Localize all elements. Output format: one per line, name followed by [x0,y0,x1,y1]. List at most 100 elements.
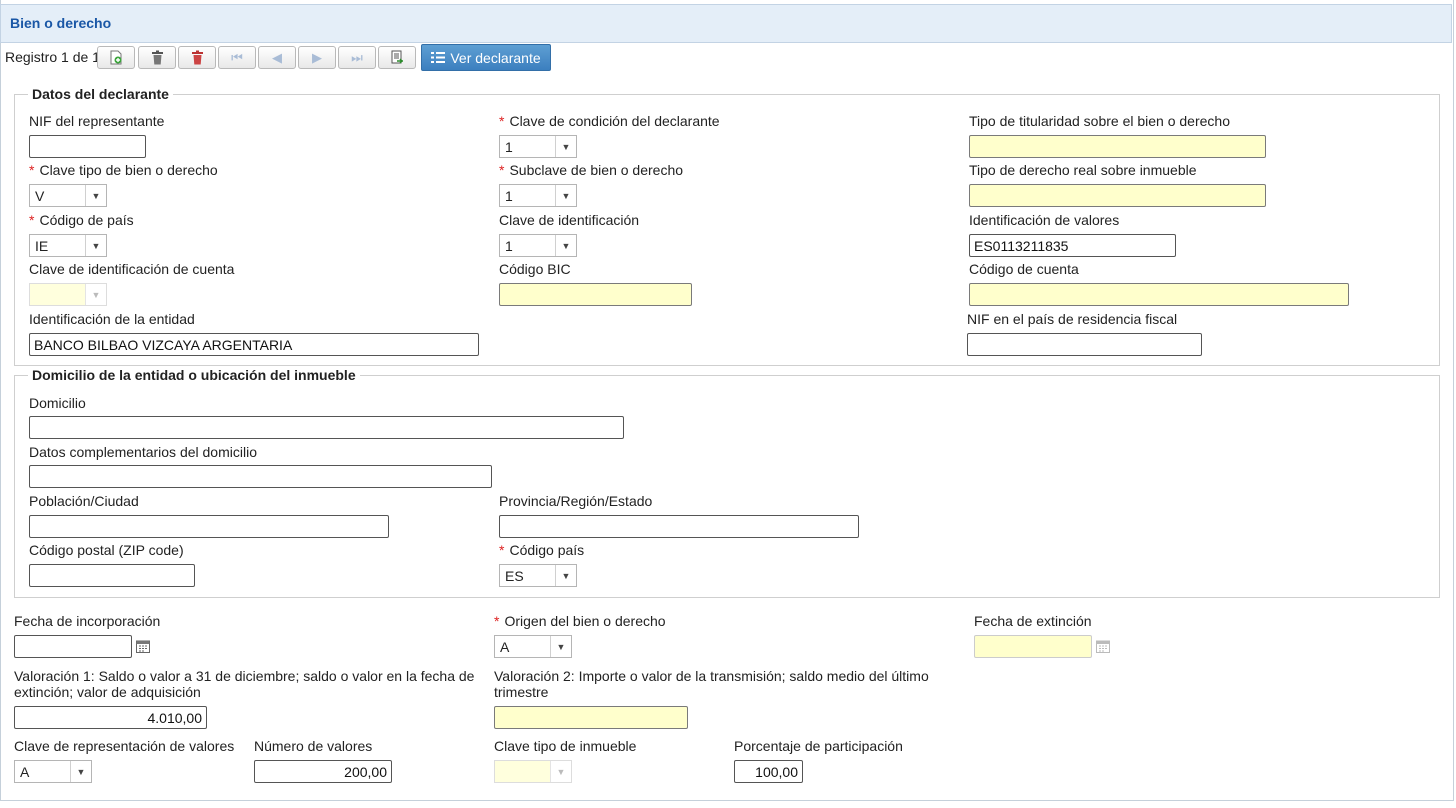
subclave-value: 1 [505,188,513,204]
fecha-extincion-label: Fecha de extinción [974,613,1092,629]
provincia-label: Provincia/Región/Estado [499,493,653,509]
panel-header: Bien o derecho [0,4,1452,43]
origen-label-text: Origen del bien o derecho [504,613,666,629]
fecha-incorporacion-label: Fecha de incorporación [14,613,161,629]
trash-icon [151,50,163,65]
numero-valores-input[interactable] [254,760,392,783]
dom-codigo-pais-value: ES [505,568,524,584]
nif-residencia-label: NIF en el país de residencia fiscal [967,311,1178,327]
clave-tipo-label-text: Clave tipo de bien o derecho [39,162,218,178]
dom-codigo-pais-select[interactable]: ES ▼ [499,564,577,587]
clave-condicion-label: * Clave de condición del declarante [499,113,720,129]
domicilio-input[interactable] [29,416,624,439]
chevron-down-icon: ▼ [550,761,571,782]
fecha-incorporacion-input[interactable] [14,635,132,658]
tipo-titularidad-input[interactable] [969,135,1266,158]
last-icon: ⏭ [351,49,363,65]
codigo-pais-select[interactable]: IE ▼ [29,234,107,257]
codigo-postal-input[interactable] [29,564,195,587]
clave-tipo-inmueble-select[interactable]: ▼ [494,760,572,783]
origen-label: * Origen del bien o derecho [494,613,666,629]
chevron-down-icon: ▼ [85,235,106,256]
dom-codigo-pais-label: * Código país [499,542,584,558]
clave-id-cuenta-label: Clave de identificación de cuenta [29,261,235,277]
clave-id-cuenta-select[interactable]: ▼ [29,283,107,306]
valoracion1-input[interactable] [14,706,207,729]
new-record-button[interactable] [97,46,135,69]
required-marker: * [494,613,500,629]
add-record-icon [110,50,122,65]
clave-representacion-label: Clave de representación de valores [14,738,235,754]
nif-rep-input[interactable] [29,135,146,158]
identificacion-valores-input[interactable] [969,234,1176,257]
codigo-cuenta-label: Código de cuenta [969,261,1079,277]
poblacion-input[interactable] [29,515,389,538]
delete-all-button[interactable] [178,46,216,69]
view-declarant-button[interactable]: Ver declarante [421,44,551,71]
datos-complementarios-input[interactable] [29,465,492,488]
chevron-down-icon: ▼ [555,185,576,206]
export-button[interactable] [378,46,416,69]
porcentaje-input[interactable] [734,760,803,783]
declarant-legend: Datos del declarante [28,86,173,102]
chevron-down-icon: ▼ [85,185,106,206]
datos-complementarios-label: Datos complementarios del domicilio [29,444,257,460]
chevron-down-icon: ▼ [555,565,576,586]
numero-valores-label: Número de valores [254,738,373,754]
codigo-postal-label: Código postal (ZIP code) [29,542,184,558]
delete-button[interactable] [138,46,176,69]
chevron-down-icon: ▼ [550,636,571,657]
fecha-extincion-input[interactable] [974,635,1092,658]
chevron-down-icon: ▼ [70,761,91,782]
codigo-cuenta-input[interactable] [969,283,1349,306]
prev-icon: ◀ [272,49,282,65]
clave-tipo-select[interactable]: V ▼ [29,184,107,207]
valoracion1-label: Valoración 1: Saldo o valor a 31 de dici… [14,668,475,700]
valoracion2-input[interactable] [494,706,688,729]
chevron-down-icon: ▼ [555,235,576,256]
last-record-button[interactable]: ⏭ [338,46,376,69]
clave-identificacion-value: 1 [505,238,513,254]
origen-select[interactable]: A ▼ [494,635,572,658]
domicilio-label: Domicilio [29,395,86,411]
valoracion2-label: Valoración 2: Importe o valor de la tran… [494,668,929,700]
clave-tipo-value: V [35,188,45,204]
export-icon [391,50,403,64]
clave-condicion-select[interactable]: 1 ▼ [499,135,577,158]
clave-representacion-value: A [20,764,30,780]
chevron-down-icon: ▼ [85,284,106,305]
codigo-bic-label: Código BIC [499,261,571,277]
subclave-label-text: Subclave de bien o derecho [509,162,684,178]
clave-tipo-label: * Clave tipo de bien o derecho [29,162,218,178]
record-counter: Registro 1 de 1 [5,49,100,65]
clave-identificacion-select[interactable]: 1 ▼ [499,234,577,257]
identificacion-valores-label: Identificación de valores [969,212,1120,228]
clave-condicion-value: 1 [505,139,513,155]
nif-residencia-input[interactable] [967,333,1202,356]
nif-rep-label: NIF del representante [29,113,165,129]
clave-representacion-select[interactable]: A ▼ [14,760,92,783]
trash-red-icon [191,50,203,65]
calendar-icon[interactable] [1093,635,1113,657]
tipo-derecho-real-input[interactable] [969,184,1266,207]
next-record-button[interactable]: ▶ [298,46,336,69]
codigo-pais-label: * Código de país [29,212,134,228]
poblacion-label: Población/Ciudad [29,493,139,509]
next-icon: ▶ [312,49,322,65]
codigo-pais-label-text: Código de país [39,212,134,228]
identificacion-entidad-input[interactable] [29,333,479,356]
identificacion-entidad-label: Identificación de la entidad [29,311,195,327]
codigo-bic-input[interactable] [499,283,692,306]
tipo-derecho-real-label: Tipo de derecho real sobre inmueble [969,162,1197,178]
prev-record-button[interactable]: ◀ [258,46,296,69]
required-marker: * [29,162,35,178]
view-declarant-label: Ver declarante [450,49,541,66]
calendar-icon[interactable] [133,635,153,657]
porcentaje-label: Porcentaje de participación [734,738,903,754]
clave-identificacion-label: Clave de identificación [499,212,640,228]
subclave-label: * Subclave de bien o derecho [499,162,683,178]
subclave-select[interactable]: 1 ▼ [499,184,577,207]
clave-condicion-label-text: Clave de condición del declarante [509,113,720,129]
provincia-input[interactable] [499,515,859,538]
first-record-button[interactable]: ⏮ [218,46,256,69]
